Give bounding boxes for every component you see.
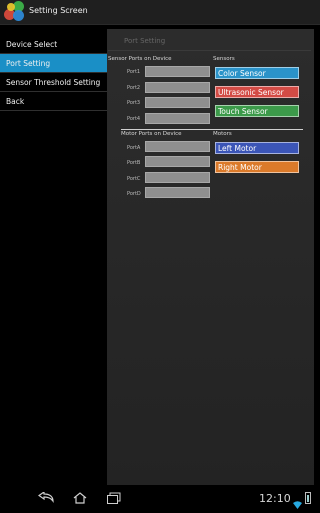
right-motor-item[interactable]: Right Motor: [215, 161, 299, 173]
touch-sensor-item[interactable]: Touch Sensor: [215, 105, 299, 117]
ultrasonic-sensor-item[interactable]: Ultrasonic Sensor: [215, 86, 299, 98]
recent-apps-icon[interactable]: [106, 492, 122, 507]
menu-item-back[interactable]: Back: [0, 92, 107, 111]
app-logo-icon[interactable]: [4, 1, 26, 23]
panel-title-divider: [108, 50, 311, 51]
portd-slot[interactable]: [145, 187, 210, 198]
settings-menu: Device Select Port Setting Sensor Thresh…: [0, 35, 107, 111]
portd-label: PortD: [127, 191, 141, 197]
section-divider: [121, 129, 303, 130]
port1-slot[interactable]: [145, 66, 210, 77]
left-motor-item[interactable]: Left Motor: [215, 142, 299, 154]
sensor-ports-heading: Sensor Ports on Device: [108, 56, 172, 62]
panel-title: Port Setting: [124, 37, 166, 45]
wifi-icon: [293, 494, 302, 509]
portb-slot[interactable]: [145, 156, 210, 167]
portb-label: PortB: [127, 160, 141, 166]
system-navigation-bar: 12:10: [0, 485, 320, 512]
action-bar: Setting Screen: [0, 0, 320, 25]
port4-slot[interactable]: [145, 113, 210, 124]
color-sensor-item[interactable]: Color Sensor: [215, 67, 299, 79]
porta-label: PortA: [127, 145, 141, 151]
port2-slot[interactable]: [145, 82, 210, 93]
status-clock: 12:10: [259, 492, 291, 505]
home-icon[interactable]: [72, 492, 88, 507]
menu-item-sensor-threshold-setting[interactable]: Sensor Threshold Setting: [0, 73, 107, 92]
portc-label: PortC: [127, 176, 141, 182]
menu-item-device-select[interactable]: Device Select: [0, 35, 107, 54]
port1-label: Port1: [127, 69, 141, 75]
porta-slot[interactable]: [145, 141, 210, 152]
motors-heading: Motors: [213, 131, 232, 137]
menu-item-port-setting[interactable]: Port Setting: [0, 54, 107, 73]
port-setting-panel: Port Setting Sensor Ports on Device Sens…: [107, 29, 314, 485]
battery-icon: [305, 492, 311, 504]
port3-slot[interactable]: [145, 97, 210, 108]
motor-ports-heading: Motor Ports on Device: [121, 131, 182, 137]
port3-label: Port3: [127, 100, 141, 106]
port4-label: Port4: [127, 116, 141, 122]
app-title: Setting Screen: [29, 6, 88, 15]
portc-slot[interactable]: [145, 172, 210, 183]
port2-label: Port2: [127, 85, 141, 91]
back-icon[interactable]: [37, 490, 54, 507]
sensors-heading: Sensors: [213, 56, 235, 62]
